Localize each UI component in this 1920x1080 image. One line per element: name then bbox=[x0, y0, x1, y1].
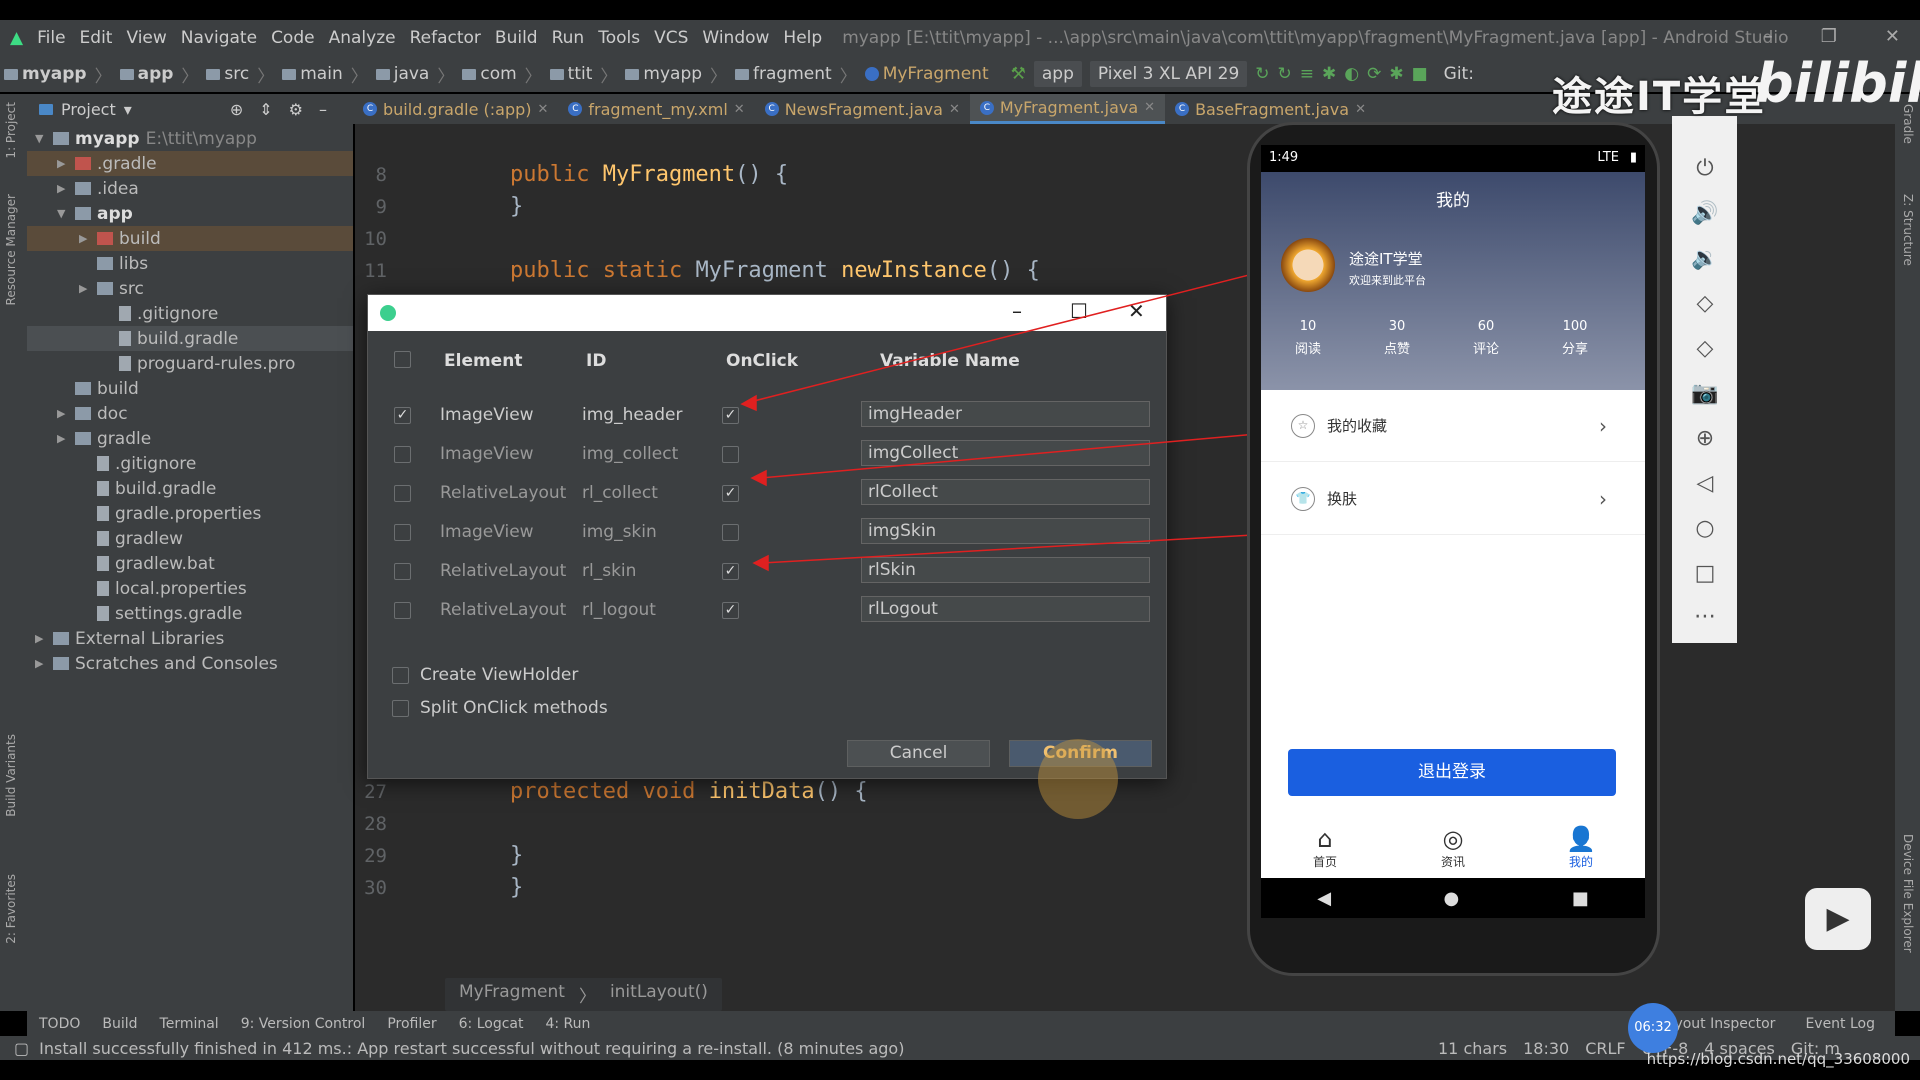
status-message[interactable]: Install successfully finished in 412 ms.… bbox=[39, 1039, 904, 1058]
nav-label: 首页 bbox=[1312, 855, 1337, 869]
more-icon[interactable]: ⋯ bbox=[1690, 604, 1720, 629]
tool-window-2[interactable]: Terminal bbox=[160, 1016, 219, 1032]
user-icon: 👤 bbox=[1566, 825, 1596, 853]
camera-icon[interactable]: 📷 bbox=[1690, 381, 1720, 406]
home-nav-icon[interactable]: ● bbox=[1444, 888, 1460, 909]
bilibili-tv-icon: ▶ bbox=[1805, 888, 1871, 950]
compass-icon: ◎ bbox=[1442, 825, 1464, 853]
stat-3[interactable]: 100 分享 bbox=[1530, 319, 1620, 357]
phone-status-bar: 1:49 LTE ▮ bbox=[1261, 145, 1645, 172]
stat-label: 阅读 bbox=[1294, 342, 1321, 357]
shirt-icon: 👕 bbox=[1291, 486, 1315, 511]
tool-window-0[interactable]: TODO bbox=[39, 1016, 80, 1032]
menu-row-1[interactable]: 👕 换肤 › bbox=[1261, 463, 1645, 535]
profile-header: 我的 途途IT学堂 欢迎来到此平台 10 阅读 30 点赞 60 评论 100 分享 bbox=[1261, 172, 1645, 390]
bilibili-logo: bilibili bbox=[1755, 52, 1920, 115]
status-item-2[interactable]: CRLF bbox=[1585, 1039, 1625, 1058]
recents-icon[interactable]: ■ bbox=[1572, 888, 1589, 909]
stat-value: 100 bbox=[1562, 319, 1588, 334]
battery-icon: ▮ bbox=[1629, 150, 1637, 165]
volume-up-icon[interactable]: 🔊 bbox=[1690, 201, 1720, 226]
tool-window-3[interactable]: 9: Version Control bbox=[241, 1016, 366, 1032]
stat-1[interactable]: 30 点赞 bbox=[1352, 319, 1442, 357]
stat-2[interactable]: 60 评论 bbox=[1441, 319, 1531, 357]
stat-label: 点赞 bbox=[1383, 342, 1410, 357]
stat-value: 30 bbox=[1388, 319, 1406, 334]
watermark-logo: 途途IT学堂 bbox=[1552, 74, 1767, 120]
user-subtitle: 欢迎来到此平台 bbox=[1349, 274, 1426, 287]
bottom-nav-0[interactable]: ⌂ 首页 bbox=[1261, 825, 1389, 870]
tool-window-right: Layout Inspector Event Log bbox=[1658, 1016, 1895, 1032]
back-icon[interactable]: ◀ bbox=[1317, 888, 1331, 909]
stat-value: 10 bbox=[1299, 319, 1317, 334]
emulator-controls: ⏻ 🔊 🔉 ◇ ◇ 📷 ⊕ ◁ ○ □ ⋯ bbox=[1672, 116, 1737, 643]
stat-value: 60 bbox=[1477, 319, 1495, 334]
phone-screen[interactable]: 1:49 LTE ▮ 我的 途途IT学堂 欢迎来到此平台 10 阅读 30 点赞 60 评… bbox=[1261, 145, 1645, 918]
star-icon: ☆ bbox=[1291, 413, 1315, 438]
volume-down-icon[interactable]: 🔉 bbox=[1690, 246, 1720, 271]
back-icon[interactable]: ◁ bbox=[1690, 471, 1720, 496]
status-item-0[interactable]: 11 chars bbox=[1438, 1039, 1507, 1058]
chevron-right-icon: › bbox=[1599, 413, 1607, 438]
stat-0[interactable]: 10 阅读 bbox=[1263, 319, 1353, 357]
source-url: https://blog.csdn.net/qq_33608000 bbox=[1646, 1050, 1910, 1068]
logout-button[interactable]: 退出登录 bbox=[1288, 749, 1616, 796]
rotate-right-icon[interactable]: ◇ bbox=[1690, 336, 1720, 361]
avatar[interactable] bbox=[1281, 238, 1335, 292]
status-icon: ▢ bbox=[14, 1038, 30, 1058]
user-name: 途途IT学堂 bbox=[1349, 250, 1423, 268]
rotate-left-icon[interactable]: ◇ bbox=[1690, 291, 1720, 316]
android-nav-bar: ◀ ● ■ bbox=[1261, 878, 1645, 918]
tool-window-5[interactable]: 6: Logcat bbox=[459, 1016, 524, 1032]
power-icon[interactable]: ⏻ bbox=[1690, 156, 1720, 181]
stat-label: 分享 bbox=[1561, 342, 1588, 357]
menu-row-0[interactable]: ☆ 我的收藏 › bbox=[1261, 390, 1645, 462]
tool-window-4[interactable]: Profiler bbox=[387, 1016, 436, 1032]
status-item-1[interactable]: 18:30 bbox=[1523, 1039, 1569, 1058]
tool-window-bar: TODO Build Terminal 9: Version Control Profi… bbox=[27, 1011, 1895, 1036]
bottom-nav-1[interactable]: ◎ 资讯 bbox=[1389, 825, 1517, 870]
screen-title: 我的 bbox=[1436, 191, 1470, 211]
zoom-icon[interactable]: ⊕ bbox=[1690, 426, 1720, 451]
nav-label: 资讯 bbox=[1440, 855, 1465, 869]
tool-window-1[interactable]: Build bbox=[102, 1016, 137, 1032]
home-icon: ⌂ bbox=[1317, 825, 1333, 853]
home-icon[interactable]: ○ bbox=[1690, 516, 1720, 541]
tool-window-right-1[interactable]: Event Log bbox=[1805, 1016, 1875, 1032]
clock-badge: 06:32 bbox=[1628, 1003, 1678, 1053]
overview-icon[interactable]: □ bbox=[1690, 561, 1720, 586]
chevron-right-icon: › bbox=[1599, 486, 1607, 511]
stat-label: 评论 bbox=[1472, 342, 1499, 357]
bottom-nav-2[interactable]: 👤 我的 bbox=[1517, 825, 1645, 870]
menu-row-label: 换肤 bbox=[1327, 490, 1358, 508]
tool-window-6[interactable]: 4: Run bbox=[545, 1016, 590, 1032]
network-type: LTE bbox=[1597, 150, 1619, 165]
arrow-img-header bbox=[749, 261, 1301, 403]
nav-label: 我的 bbox=[1568, 855, 1593, 869]
menu-row-label: 我的收藏 bbox=[1327, 417, 1388, 435]
phone-time: 1:49 bbox=[1269, 150, 1299, 165]
